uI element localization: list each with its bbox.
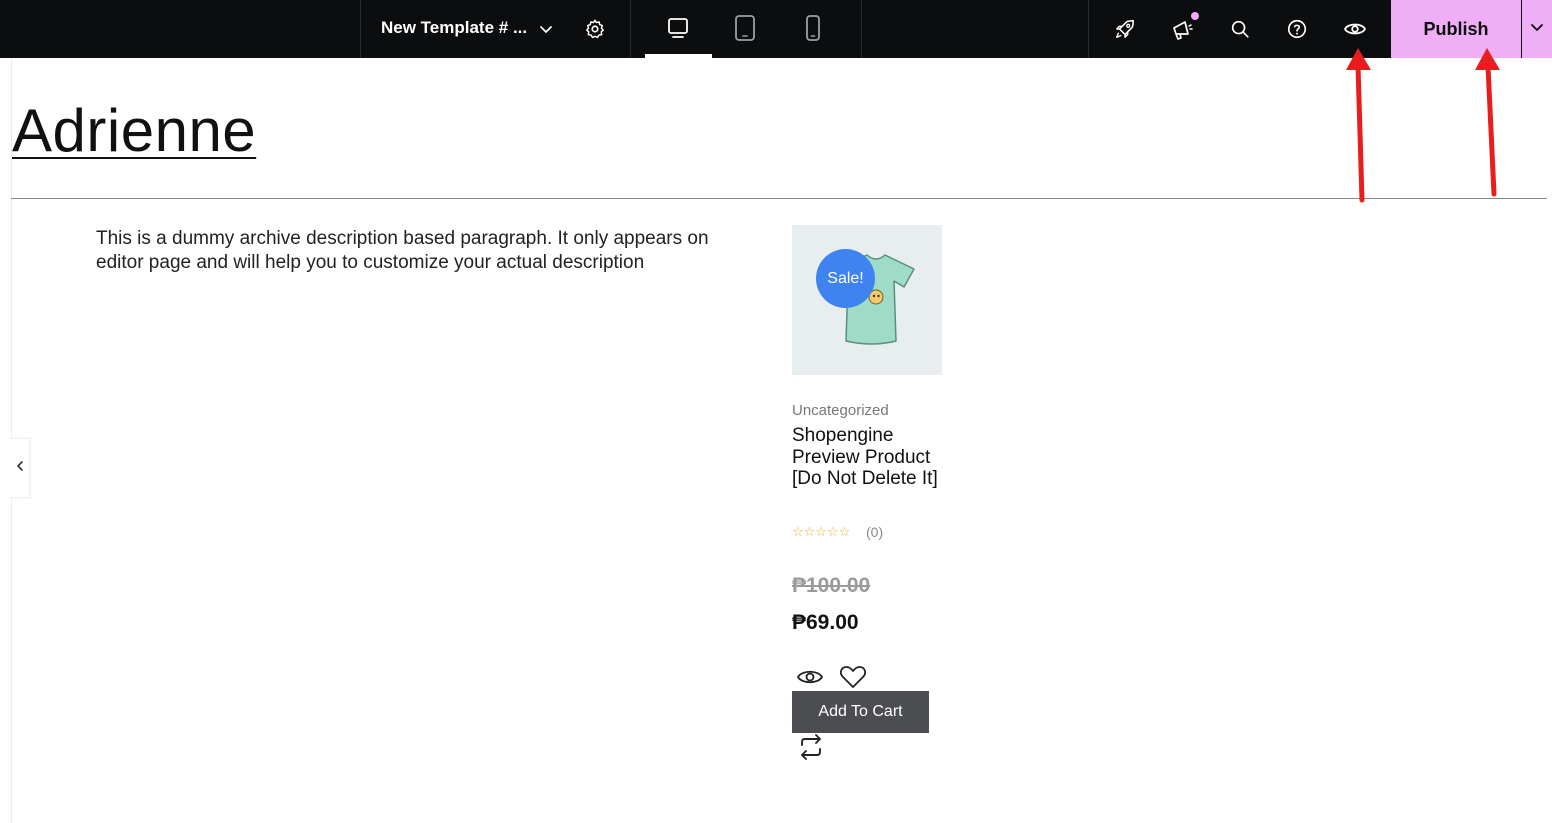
chevron-down-icon[interactable] <box>532 15 560 43</box>
toolbar-divider <box>1088 0 1089 58</box>
gear-icon[interactable] <box>581 15 609 43</box>
product-image[interactable] <box>792 225 942 375</box>
search-icon[interactable] <box>1226 15 1254 43</box>
product-name[interactable]: Shopengine Preview Product [Do Not Delet… <box>792 425 952 490</box>
publish-options-button[interactable] <box>1522 0 1552 58</box>
desktop-icon[interactable] <box>664 14 692 42</box>
panel-toggle-button[interactable] <box>11 438 30 498</box>
active-device-indicator <box>645 54 712 58</box>
archive-title[interactable]: Adrienne <box>12 96 256 165</box>
annotation-arrow-publish <box>1475 48 1500 197</box>
toolbar-divider <box>630 0 631 58</box>
sale-price: ₱69.00 <box>792 611 859 634</box>
archive-description: This is a dummy archive description base… <box>96 228 709 273</box>
divider <box>11 198 1547 199</box>
annotation-arrow-eye <box>1346 48 1371 203</box>
mobile-icon[interactable] <box>799 14 827 42</box>
review-count: (0) <box>866 524 884 540</box>
sale-badge: Sale! <box>816 249 875 308</box>
rocket-icon[interactable] <box>1111 15 1139 43</box>
megaphone-icon[interactable] <box>1168 16 1196 44</box>
editor-top-bar: New Template # ... Publish <box>0 0 1552 58</box>
product-category[interactable]: Uncategorized <box>792 402 889 419</box>
notification-dot <box>1191 12 1199 20</box>
chevron-down-icon <box>1529 19 1545 40</box>
toolbar-divider <box>861 0 862 58</box>
wishlist-heart-icon[interactable] <box>839 664 867 690</box>
toolbar-divider <box>360 0 361 58</box>
star-rating: ☆☆☆☆☆ <box>792 524 851 539</box>
add-to-cart-button[interactable]: Add To Cart <box>792 691 929 733</box>
template-title[interactable]: New Template # ... <box>381 18 527 38</box>
eye-icon[interactable] <box>1341 15 1369 43</box>
tshirt-icon <box>829 254 915 345</box>
compare-icon[interactable] <box>797 733 825 761</box>
regular-price: ₱100.00 <box>792 574 871 597</box>
tablet-icon[interactable] <box>731 14 759 42</box>
help-icon[interactable] <box>1283 15 1311 43</box>
quick-view-eye-icon[interactable] <box>796 664 824 690</box>
chevron-left-icon <box>15 459 25 477</box>
